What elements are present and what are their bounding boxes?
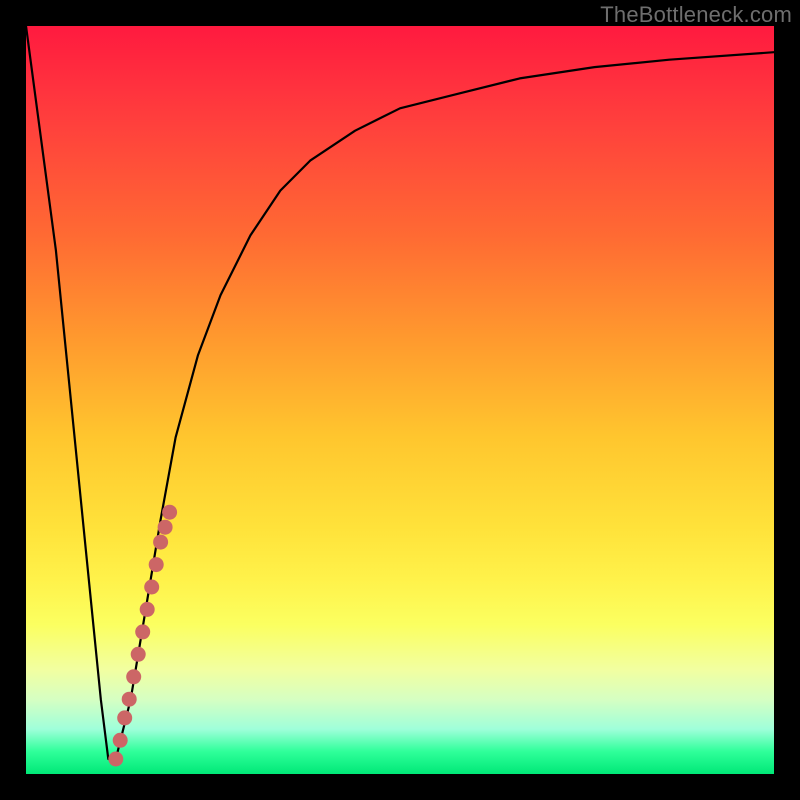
marker-dot <box>144 580 159 595</box>
marker-dot <box>126 669 141 684</box>
marker-dot <box>153 535 168 550</box>
marker-dot <box>131 647 146 662</box>
marker-dot <box>113 733 128 748</box>
chart-stage: TheBottleneck.com <box>0 0 800 800</box>
marker-dot <box>135 624 150 639</box>
marker-dot <box>158 520 173 535</box>
marker-dot <box>149 557 164 572</box>
marker-dot <box>140 602 155 617</box>
marker-dot <box>162 505 177 520</box>
highlighted-markers <box>108 505 177 767</box>
plot-area <box>26 26 774 774</box>
chart-svg <box>26 26 774 774</box>
marker-dot <box>122 692 137 707</box>
marker-dot <box>108 752 123 767</box>
watermark-text: TheBottleneck.com <box>600 2 792 28</box>
marker-dot <box>117 710 132 725</box>
